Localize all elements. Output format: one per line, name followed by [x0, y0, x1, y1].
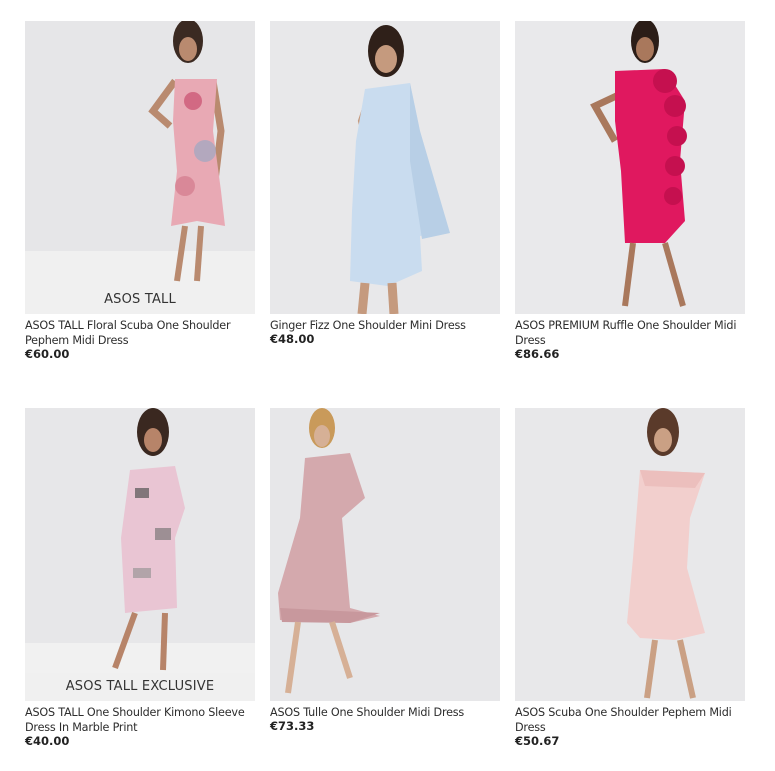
product-name[interactable]: ASOS Scuba One Shoulder Pephem Midi Dres… [515, 705, 745, 735]
product-price: €60.00 [25, 347, 70, 361]
product-name[interactable]: Ginger Fizz One Shoulder Mini Dress [270, 318, 500, 333]
product-image[interactable] [515, 408, 745, 701]
product-name[interactable]: ASOS TALL One Shoulder Kimono Sleeve Dre… [25, 705, 255, 735]
product-name[interactable]: ASOS TALL Floral Scuba One Shoulder Peph… [25, 318, 255, 348]
product-price: €50.67 [515, 734, 560, 748]
product-banner: ASOS TALL EXCLUSIVE [25, 673, 255, 701]
product-image[interactable] [270, 21, 500, 314]
product-price: €86.66 [515, 347, 560, 361]
product-price: €48.00 [270, 332, 315, 346]
product-image[interactable] [515, 21, 745, 314]
product-image[interactable]: ASOS TALL [25, 21, 255, 314]
product-name[interactable]: ASOS Tulle One Shoulder Midi Dress [270, 705, 500, 720]
product-name[interactable]: ASOS PREMIUM Ruffle One Shoulder Midi Dr… [515, 318, 745, 348]
product-price: €40.00 [25, 734, 70, 748]
product-image[interactable]: ASOS TALL EXCLUSIVE [25, 408, 255, 701]
product-grid: ASOS TALL ASOS TALL Floral Scuba One Sho… [0, 0, 775, 771]
product-banner: ASOS TALL [25, 286, 255, 314]
product-price: €73.33 [270, 719, 315, 733]
product-image[interactable] [270, 408, 500, 701]
